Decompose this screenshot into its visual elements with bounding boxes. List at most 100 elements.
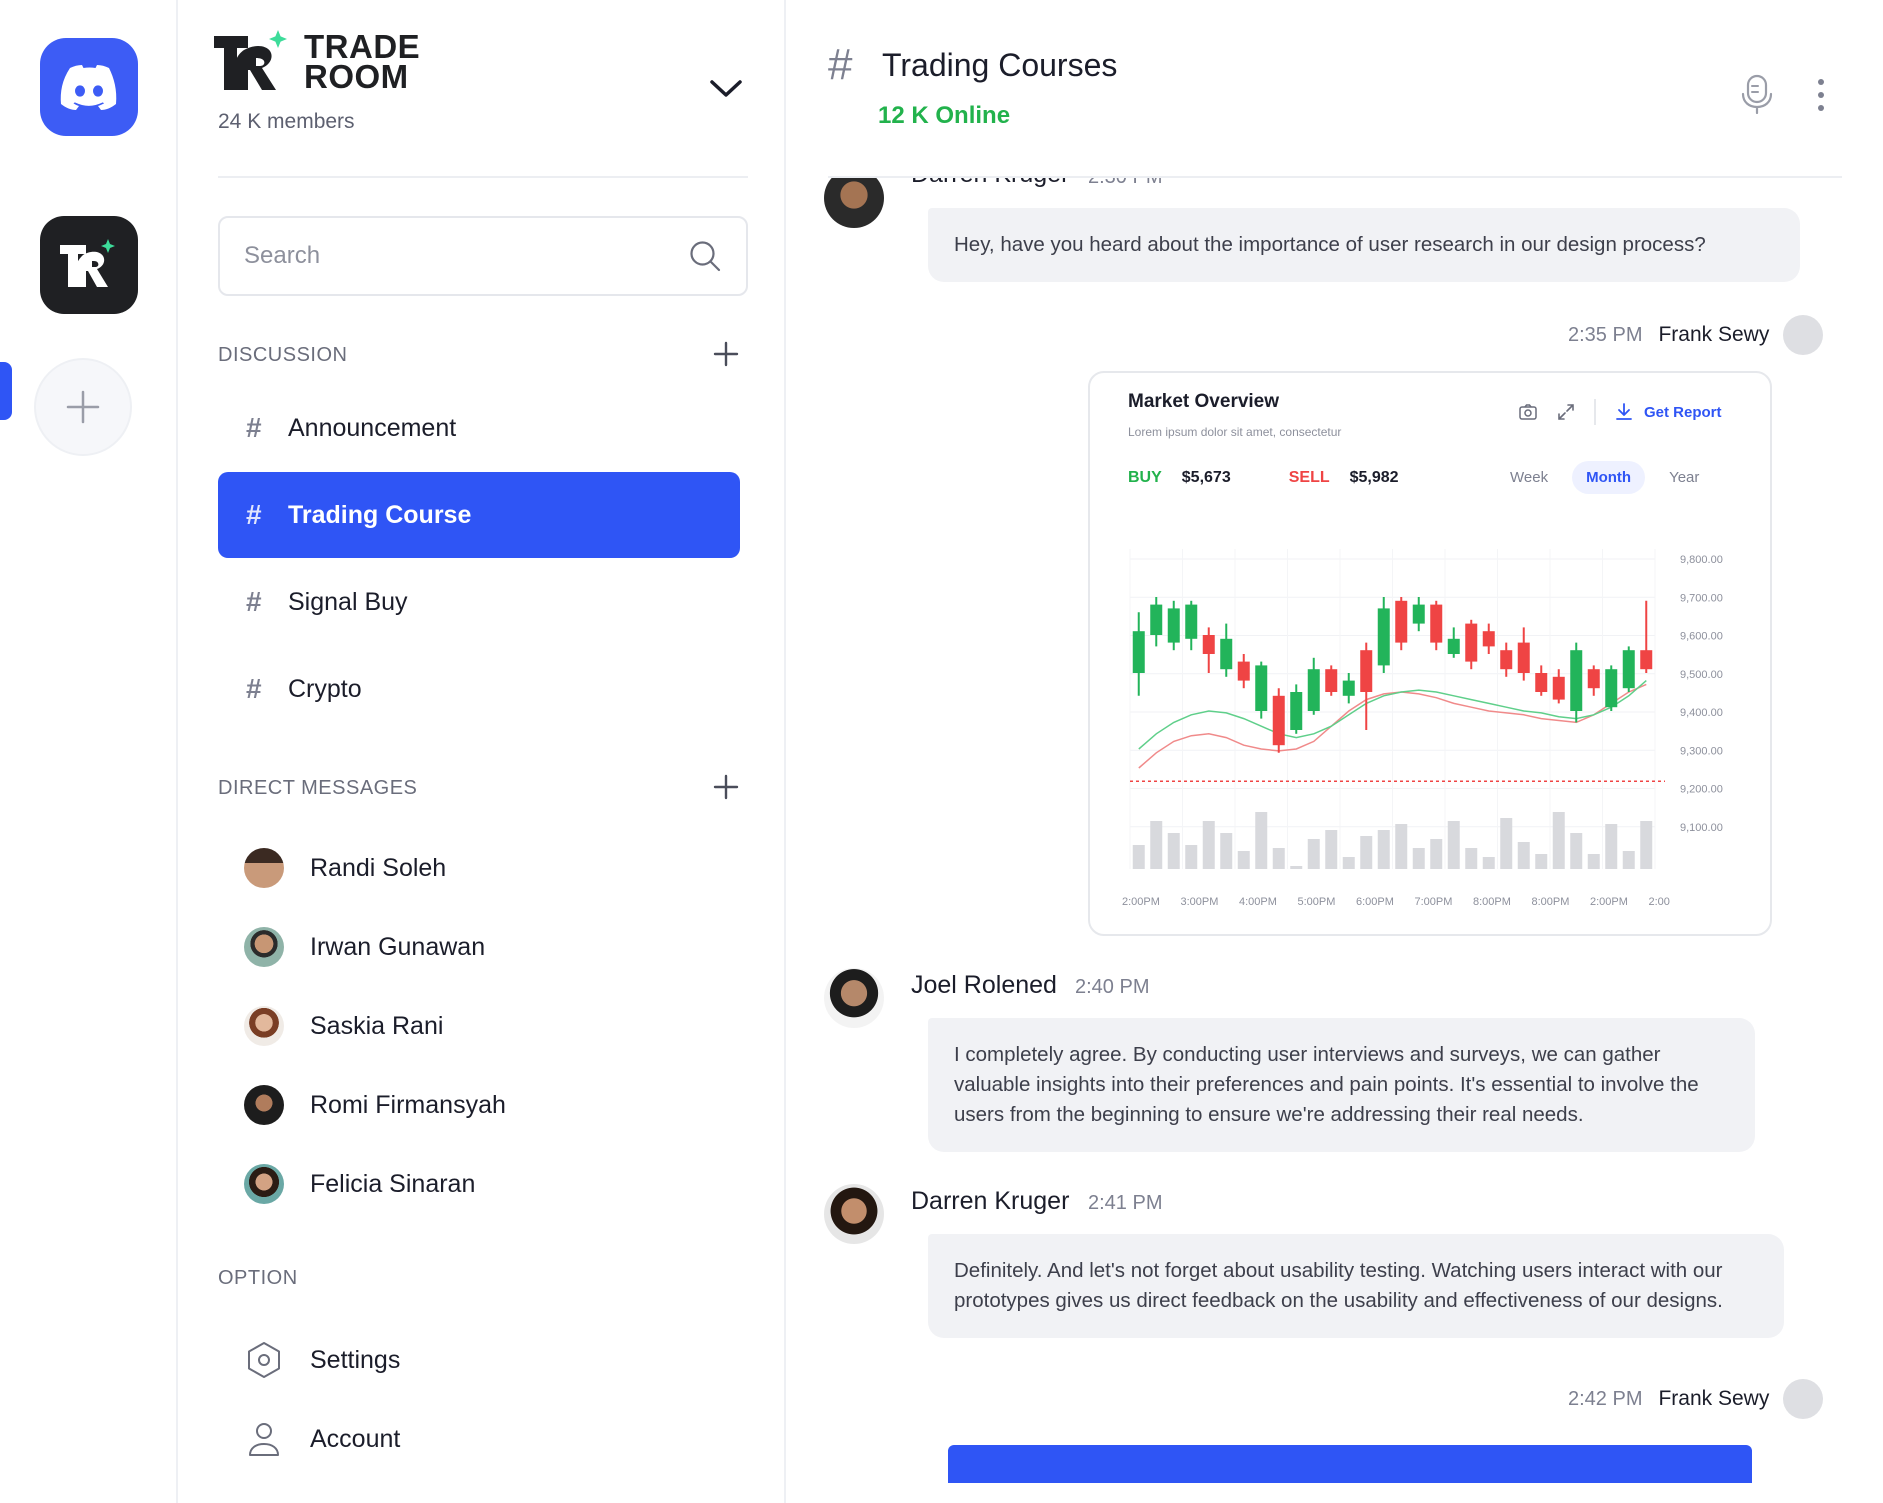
dm-name: Romi Firmansyah: [310, 1090, 506, 1119]
hash-icon: #: [246, 499, 262, 530]
section-label-discussion: DISCUSSION: [218, 344, 348, 366]
avatar: [244, 1085, 284, 1125]
traderoom-logo-icon: [212, 30, 292, 94]
x-tick-label: 6:00PM: [1356, 896, 1394, 908]
candle-body: [1570, 650, 1583, 711]
x-tick-label: 3:00PM: [1181, 896, 1219, 908]
message-author: Darren Kruger: [911, 178, 1069, 189]
search-box[interactable]: [218, 216, 748, 296]
volume-bar: [1570, 833, 1583, 869]
volume-bar: [1605, 824, 1618, 869]
candle-body: [1377, 608, 1390, 666]
channel-item-crypto[interactable]: # Crypto: [218, 646, 740, 732]
volume-bar: [1552, 812, 1565, 869]
add-server-button[interactable]: [34, 358, 132, 456]
chat-title: Trading Courses: [882, 47, 1118, 83]
dm-name: Saskia Rani: [310, 1011, 444, 1040]
avatar: [1783, 1379, 1824, 1419]
candle-body: [1237, 661, 1250, 681]
market-overview-card: Market Overview Lorem ipsum dolor sit am…: [1088, 371, 1772, 936]
message-bubble: Definitely. And let's not forget about u…: [928, 1234, 1784, 1338]
volume-bar: [1132, 845, 1145, 869]
volume-bar: [1202, 821, 1215, 869]
channel-label: Announcement: [288, 413, 457, 442]
message-bubble: Hey, have you heard about the importance…: [928, 208, 1800, 282]
add-dm-plus-icon[interactable]: [712, 773, 740, 801]
discord-home-button[interactable]: [40, 38, 138, 136]
divider: [218, 176, 748, 178]
y-tick-label: 9,300.00: [1680, 745, 1723, 757]
avatar: [824, 1184, 884, 1244]
dm-name: Irwan Gunawan: [310, 932, 486, 961]
channel-sidebar: TRADE ROOM 24 K members DISCUSSION # Ann…: [180, 0, 786, 1503]
channel-label: Signal Buy: [288, 587, 408, 616]
option-account[interactable]: Account: [244, 1419, 400, 1459]
plus-icon: [66, 390, 100, 424]
search-input[interactable]: [244, 242, 688, 270]
microphone-icon[interactable]: [1740, 74, 1774, 114]
chat-header: # Trading Courses: [828, 40, 1117, 90]
candlestick-chart: 9,800.00 9,700.00 9,600.00 9,500.00 9,400.00…: [1122, 549, 1723, 908]
user-icon: [249, 1423, 279, 1456]
volume-bar: [1342, 857, 1355, 869]
x-tick-label: 2:00PM: [1590, 896, 1628, 908]
dm-name: Felicia Sinaran: [310, 1169, 476, 1198]
candle-body: [1185, 604, 1198, 639]
chevron-down-icon[interactable]: [708, 74, 744, 102]
hash-icon: #: [246, 586, 262, 617]
discord-icon: [60, 65, 117, 110]
candle-body: [1167, 608, 1180, 643]
candle-body: [1412, 604, 1425, 624]
message-meta: 2:42 PM Frank Sewy: [1568, 1379, 1824, 1419]
y-tick-label: 9,400.00: [1680, 707, 1723, 719]
volume-bar: [1622, 851, 1635, 869]
traderoom-server-button[interactable]: [40, 216, 138, 314]
option-label: Settings: [310, 1345, 401, 1374]
volume-bar: [1272, 848, 1285, 869]
channel-item-trading-course[interactable]: # Trading Course: [218, 472, 740, 558]
dm-item-felicia-sinaran[interactable]: Felicia Sinaran: [244, 1164, 475, 1204]
dm-item-romi-firmansyah[interactable]: Romi Firmansyah: [244, 1085, 506, 1125]
x-tick-label: 2:00PM: [1122, 896, 1160, 908]
option-settings[interactable]: Settings: [244, 1340, 400, 1380]
candle-body: [1640, 650, 1653, 670]
settings-icon: [248, 1342, 280, 1378]
candle-body: [1290, 692, 1303, 730]
dm-item-irwan-gunawan[interactable]: Irwan Gunawan: [244, 927, 485, 967]
message-time: 2:42 PM: [1568, 1387, 1643, 1410]
active-server-indicator: [0, 362, 12, 420]
channel-item-announcement[interactable]: # Announcement: [218, 385, 740, 471]
message-time: 2:35 PM: [1568, 323, 1643, 346]
volume-bar: [1395, 824, 1408, 869]
volume-bar: [1447, 821, 1460, 869]
section-label-option: OPTION: [218, 1267, 298, 1289]
brand-name: TRADE ROOM: [304, 28, 421, 95]
online-count: 12 K Online: [878, 102, 1011, 129]
x-tick-label: 4:00PM: [1239, 896, 1277, 908]
candle-body: [1395, 600, 1408, 643]
more-options-icon[interactable]: [1816, 78, 1826, 112]
search-icon[interactable]: [688, 239, 722, 273]
volume-bar: [1535, 854, 1548, 869]
candle-body: [1482, 631, 1495, 647]
add-channel-plus-icon[interactable]: [712, 340, 740, 368]
dm-item-randi-soleh[interactable]: Randi Soleh: [244, 848, 446, 888]
message-author: Frank Sewy: [1658, 1387, 1770, 1410]
candle-body: [1272, 695, 1285, 746]
candle-body: [1587, 669, 1600, 689]
message-bubble: I completely agree. By conducting user i…: [928, 1018, 1755, 1152]
channel-item-signal-buy[interactable]: # Signal Buy: [218, 559, 740, 645]
dm-item-saskia-rani[interactable]: Saskia Rani: [244, 1006, 443, 1046]
volume-bar: [1150, 821, 1163, 869]
candle-body: [1202, 635, 1215, 654]
brand-header: TRADE ROOM: [212, 30, 420, 94]
y-tick-label: 9,500.00: [1680, 669, 1723, 681]
hash-icon: #: [828, 40, 853, 89]
candle-body: [1132, 631, 1145, 673]
candle-body: [1342, 680, 1355, 696]
message-time: 2:41 PM: [1088, 1192, 1163, 1214]
volume-bar: [1360, 836, 1373, 869]
avatar: [244, 1164, 284, 1204]
message-time: 2:30 PM: [1088, 178, 1162, 189]
candle-body: [1535, 673, 1548, 692]
